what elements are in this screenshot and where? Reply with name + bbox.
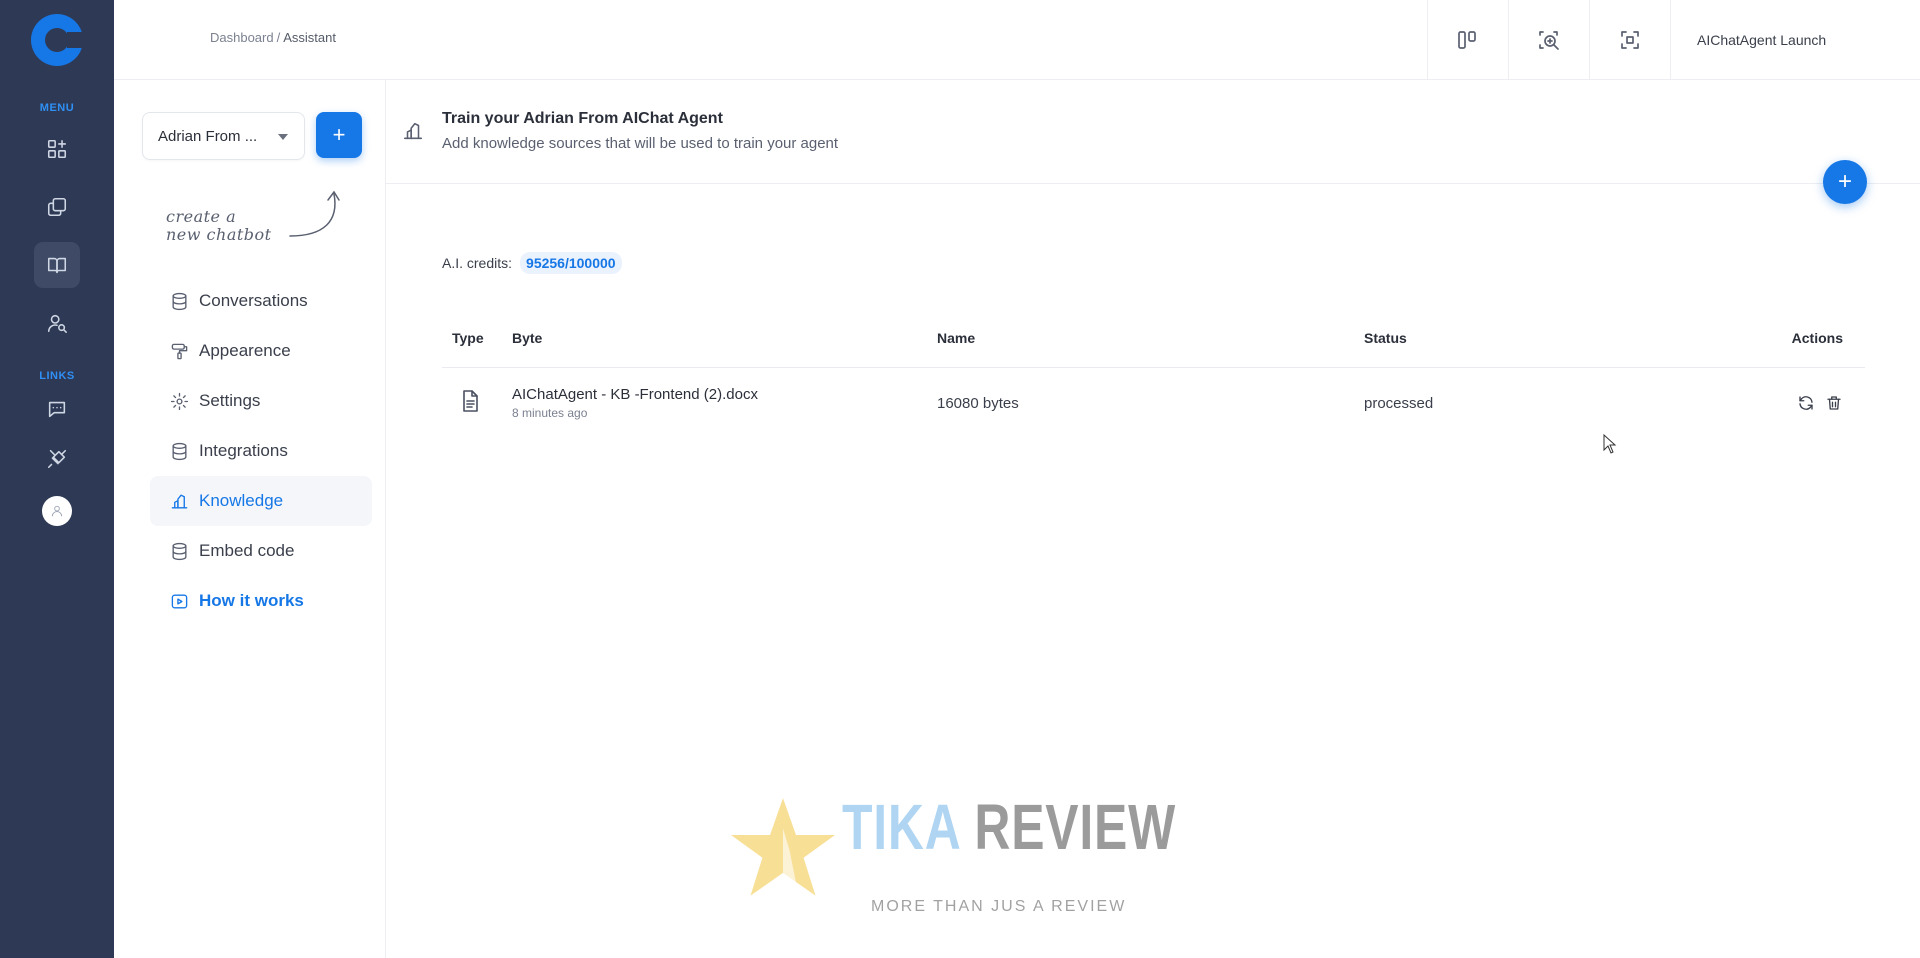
knowledge-icon bbox=[171, 493, 188, 509]
add-knowledge-button[interactable]: + bbox=[1823, 160, 1867, 204]
sidebar-item-settings[interactable]: Settings bbox=[150, 376, 372, 426]
col-actions: Actions bbox=[1791, 329, 1843, 346]
sidebar-item-knowledge[interactable]: Knowledge bbox=[150, 476, 372, 526]
ai-credits: A.I. credits: 95256/100000 bbox=[442, 252, 622, 274]
rail-user-search-button[interactable] bbox=[34, 300, 80, 346]
user-search-icon bbox=[47, 314, 67, 333]
create-chatbot-hint: create a new chatbot bbox=[166, 208, 272, 244]
user-avatar[interactable] bbox=[42, 496, 72, 526]
hint-arrow-icon bbox=[284, 186, 354, 246]
bot-select-value: Adrian From ... bbox=[158, 127, 258, 145]
rail-chat-button[interactable] bbox=[34, 386, 80, 432]
page-subtitle: Add knowledge sources that will be used … bbox=[442, 135, 839, 152]
copy-icon bbox=[47, 197, 67, 217]
apps-icon bbox=[47, 139, 67, 159]
plug-icon bbox=[47, 449, 67, 469]
layout-button[interactable] bbox=[1427, 0, 1508, 80]
sidebar-item-appearence[interactable]: Appearence bbox=[150, 326, 372, 376]
mouse-cursor-icon bbox=[1603, 433, 1617, 454]
document-icon bbox=[463, 390, 478, 412]
row-status: processed bbox=[1364, 394, 1434, 412]
rail-plug-button[interactable] bbox=[34, 436, 80, 482]
chat-icon bbox=[48, 401, 66, 418]
top-bar: Dashboard / Assistant AIChatAgent Launch bbox=[114, 0, 1920, 80]
fullscreen-button[interactable] bbox=[1589, 0, 1670, 80]
rail-links-label: LINKS bbox=[39, 370, 75, 382]
watermark-tagline: MORE THAN JUS A REVIEW bbox=[871, 898, 1127, 915]
row-size: 16080 bytes bbox=[937, 394, 1019, 412]
launch-link[interactable]: AIChatAgent Launch bbox=[1670, 0, 1920, 80]
watermark-word-1: TIKA bbox=[842, 791, 960, 863]
breadcrumb-root[interactable]: Dashboard bbox=[210, 30, 274, 45]
knowledge-table: Type Byte Name Status Actions AIChatAgen… bbox=[442, 308, 1865, 438]
rail-book-button[interactable] bbox=[34, 242, 80, 288]
col-status: Status bbox=[1364, 329, 1407, 346]
sidebar-item-label: Conversations bbox=[199, 291, 308, 310]
breadcrumb-current: Assistant bbox=[283, 30, 336, 45]
credits-badge: 95256/100000 bbox=[520, 252, 622, 274]
hint-line-2: new chatbot bbox=[166, 225, 272, 244]
caret-down-icon bbox=[278, 134, 288, 140]
knowledge-icon bbox=[402, 120, 424, 142]
bot-select[interactable]: Adrian From ... bbox=[142, 112, 305, 160]
rail-apps-button[interactable] bbox=[34, 126, 80, 172]
zoom-in-icon bbox=[1539, 31, 1559, 50]
fullscreen-icon bbox=[1621, 31, 1639, 49]
sidebar-item-label: Embed code bbox=[199, 541, 295, 560]
sidebar-item-label: How it works bbox=[199, 591, 304, 610]
rail-copy-button[interactable] bbox=[34, 184, 80, 230]
watermark: TIKA REVIEW MORE THAN JUS A REVIEW bbox=[728, 790, 1175, 920]
table-row: AIChatAgent - KB -Frontend (2).docx 8 mi… bbox=[442, 368, 1865, 438]
add-chatbot-button[interactable]: + bbox=[316, 112, 362, 158]
database-icon bbox=[172, 442, 187, 460]
row-file: AIChatAgent - KB -Frontend (2).docx 8 mi… bbox=[512, 386, 937, 420]
row-actions bbox=[1764, 394, 1865, 412]
zoom-button[interactable] bbox=[1508, 0, 1589, 80]
breadcrumb-separator: / bbox=[276, 30, 281, 45]
main-header: Train your Adrian From AIChat Agent Add … bbox=[386, 80, 1920, 204]
app-logo[interactable] bbox=[31, 14, 85, 66]
watermark-word-2: REVIEW bbox=[974, 791, 1176, 863]
gear-icon bbox=[170, 392, 189, 410]
row-type bbox=[442, 389, 512, 417]
sidebar-item-embed-code[interactable]: Embed code bbox=[150, 526, 372, 576]
star-logo-icon bbox=[731, 798, 835, 896]
breadcrumb: Dashboard / Assistant bbox=[210, 30, 336, 45]
trash-icon[interactable] bbox=[1825, 394, 1843, 412]
col-name: Name bbox=[937, 329, 976, 346]
refresh-icon[interactable] bbox=[1797, 394, 1815, 412]
file-time: 8 minutes ago bbox=[512, 406, 588, 420]
user-icon bbox=[51, 505, 63, 517]
credits-label: A.I. credits: bbox=[442, 255, 513, 271]
secondary-sidebar: Adrian From ... + create a new chatbot C… bbox=[114, 80, 386, 958]
sidebar-item-conversations[interactable]: Conversations bbox=[150, 276, 372, 326]
database-icon bbox=[172, 292, 187, 310]
file-name: AIChatAgent - KB -Frontend (2).docx bbox=[512, 386, 758, 403]
sidebar-nav: Conversations Appearence Settings Integr… bbox=[150, 276, 372, 626]
table-header: Type Byte Name Status Actions bbox=[442, 308, 1865, 368]
video-icon bbox=[171, 593, 188, 609]
sidebar-item-how-it-works[interactable]: How it works bbox=[150, 576, 372, 626]
sidebar-item-label: Integrations bbox=[199, 441, 288, 460]
left-rail: MENU LINKS bbox=[0, 0, 114, 958]
paint-roller-icon bbox=[171, 343, 188, 359]
page-title: Train your Adrian From AIChat Agent bbox=[442, 110, 723, 127]
layout-columns-icon bbox=[1458, 31, 1476, 49]
col-type: Type bbox=[452, 329, 484, 346]
sidebar-item-integrations[interactable]: Integrations bbox=[150, 426, 372, 476]
sidebar-item-label: Settings bbox=[199, 391, 261, 410]
book-icon bbox=[47, 257, 67, 274]
sidebar-item-label: Knowledge bbox=[199, 491, 284, 510]
database-icon bbox=[172, 542, 187, 560]
rail-menu-label: MENU bbox=[39, 102, 75, 114]
watermark-title: TIKA REVIEW bbox=[842, 790, 1176, 864]
col-byte: Byte bbox=[512, 329, 543, 346]
top-actions: AIChatAgent Launch bbox=[1427, 0, 1920, 80]
sidebar-item-label: Appearence bbox=[199, 341, 291, 360]
hint-line-1: create a bbox=[166, 207, 237, 226]
